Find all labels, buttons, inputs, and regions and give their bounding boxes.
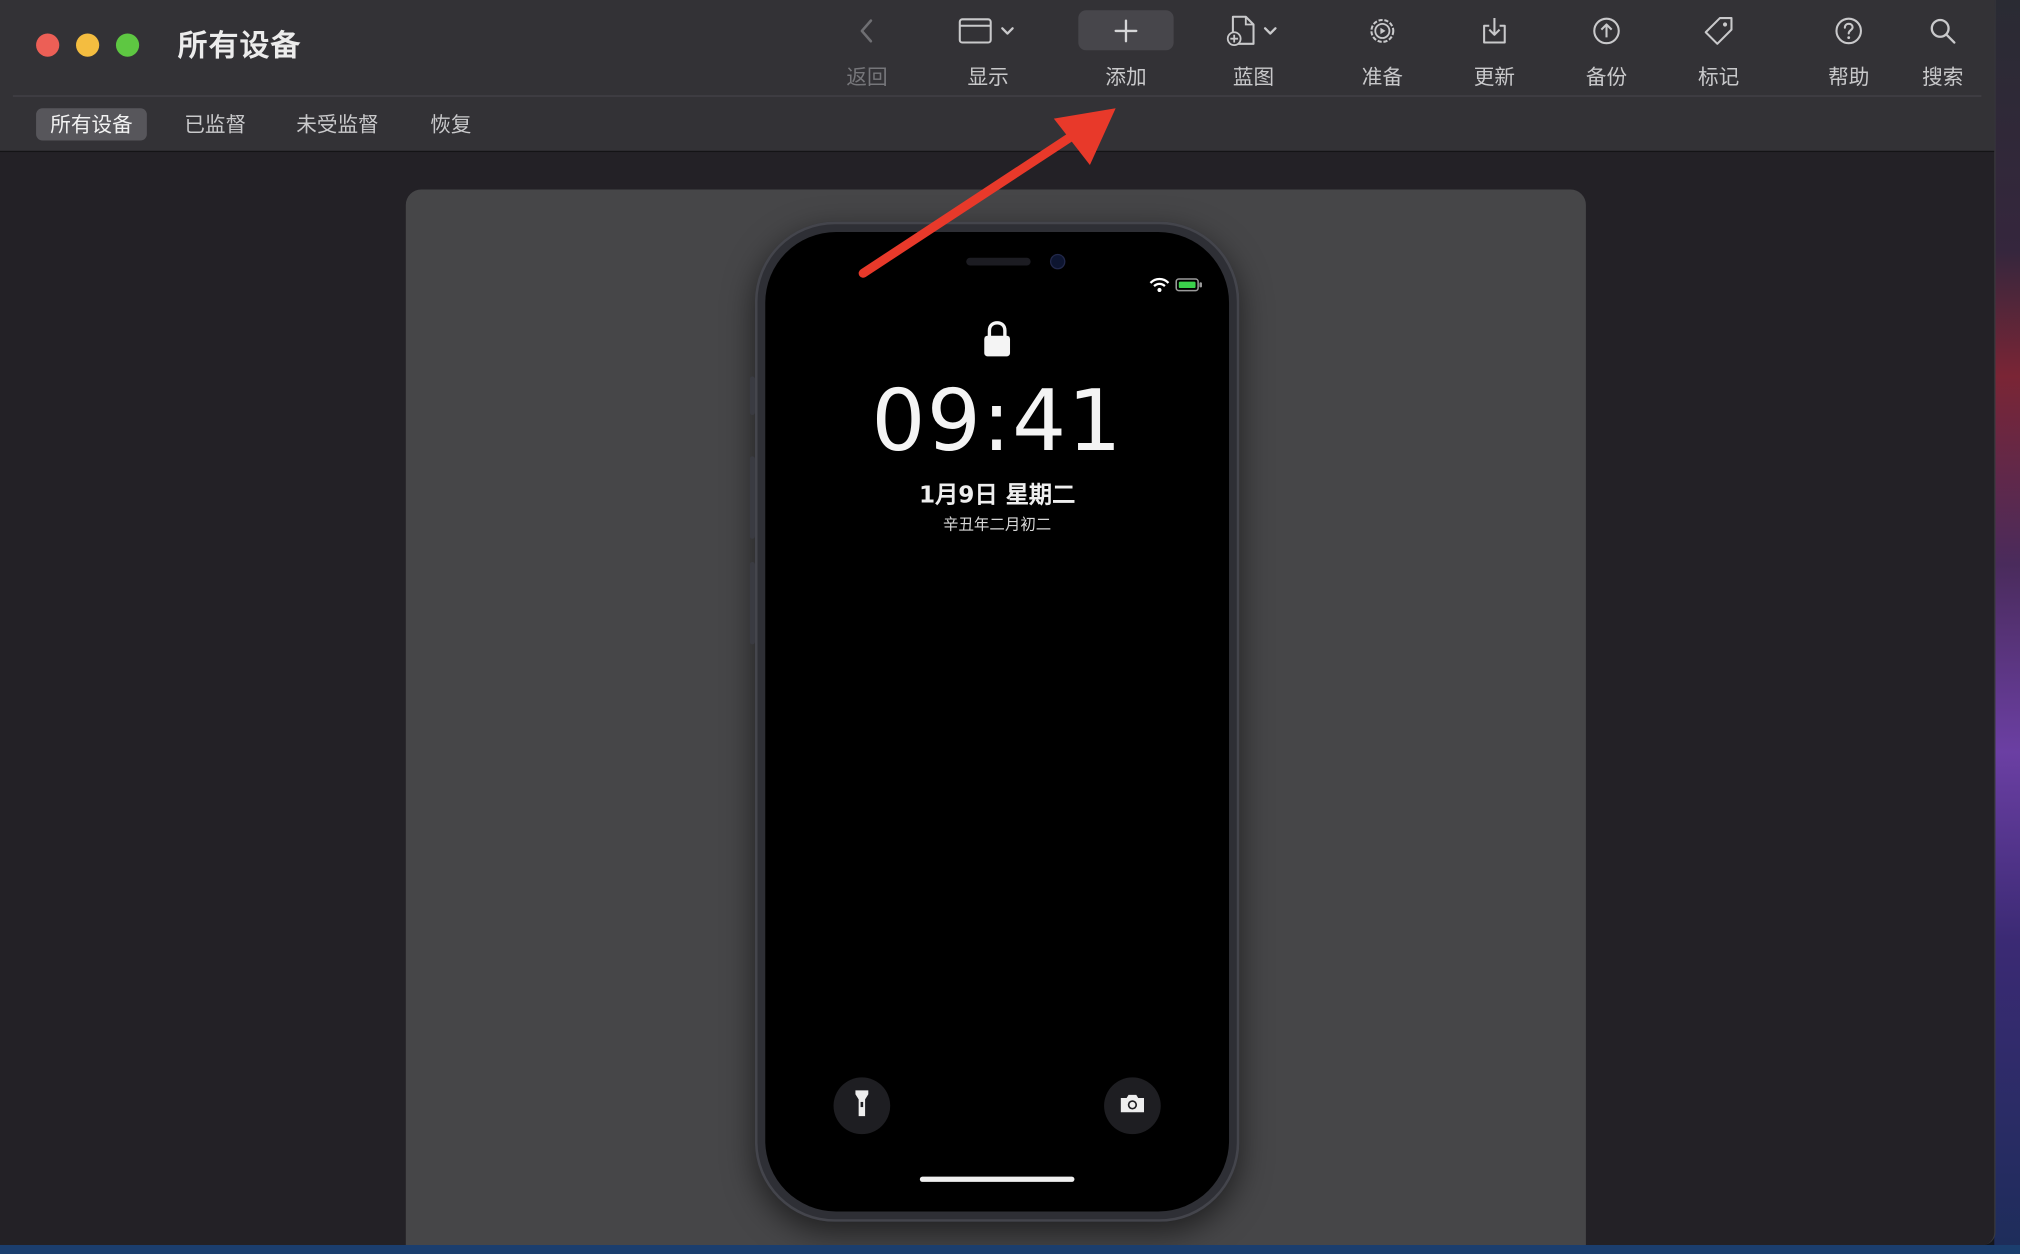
question-circle-icon: [1833, 10, 1864, 50]
apple-configurator-window: 所有设备 返回 显示 添加 蓝图 准备 更新 备份 标记 帮助 搜索 所有设备 …: [0, 0, 1996, 1245]
flashlight-icon: [854, 1089, 869, 1123]
blueprint-label: 蓝图: [1232, 64, 1275, 89]
search-button[interactable]: 搜索: [1916, 10, 1970, 90]
lock-screen-date: 1月9日 星期二: [918, 482, 1076, 510]
tab-recovery[interactable]: 恢复: [416, 108, 486, 140]
tab-all-devices[interactable]: 所有设备: [36, 108, 147, 141]
view-label: 显示: [967, 64, 1009, 89]
volume-down-button: [749, 561, 755, 645]
download-tray-icon: [1480, 10, 1508, 50]
tag-label: 标记: [1697, 64, 1740, 89]
back-button[interactable]: 返回: [840, 10, 894, 90]
wifi-icon: [1149, 273, 1170, 297]
minimize-button[interactable]: [76, 33, 100, 57]
blueprint-doc-icon: [1223, 10, 1285, 50]
tab-supervised[interactable]: 已监督: [170, 108, 260, 140]
help-label: 帮助: [1828, 64, 1870, 89]
lock-icon: [982, 320, 1013, 364]
view-menu-button[interactable]: 显示: [948, 10, 1028, 90]
device-iphone[interactable]: 09:41 1月9日 星期二 辛丑年二月初二: [749, 221, 1240, 1222]
update-label: 更新: [1473, 64, 1516, 89]
camera-icon: [1120, 1093, 1146, 1119]
window-icon: [956, 10, 1020, 50]
camera-button[interactable]: [1104, 1077, 1161, 1135]
gear-icon: [1367, 10, 1398, 50]
flashlight-button[interactable]: [833, 1077, 891, 1135]
plus-icon: [1078, 10, 1174, 51]
toolbar-divider: [12, 95, 1982, 97]
backup-button[interactable]: 备份: [1579, 10, 1633, 90]
add-button[interactable]: 添加: [1077, 10, 1175, 90]
front-camera: [1051, 255, 1065, 269]
search-label: 搜索: [1922, 64, 1964, 89]
add-label: 添加: [1105, 64, 1147, 89]
prepare-label: 准备: [1361, 64, 1403, 89]
tag-icon: [1702, 10, 1735, 50]
desktop-wallpaper: [1994, 0, 2020, 1254]
tag-button[interactable]: 标记: [1692, 10, 1746, 90]
lock-screen-lunar-date: 辛丑年二月初二: [943, 515, 1052, 534]
lock-screen-time: 09:41: [871, 371, 1123, 471]
backup-label: 备份: [1585, 64, 1628, 89]
tab-unsupervised[interactable]: 未受监督: [282, 108, 393, 140]
home-indicator: [919, 1176, 1075, 1182]
help-button[interactable]: 帮助: [1822, 10, 1876, 90]
chevron-left-icon: [858, 10, 876, 50]
zoom-button[interactable]: [115, 33, 140, 57]
upload-circle-icon: [1591, 10, 1622, 50]
prepare-button[interactable]: 准备: [1355, 10, 1409, 90]
screen: 所有设备 返回 显示 添加 蓝图 准备 更新 备份 标记 帮助 搜索 所有设备 …: [0, 0, 2020, 1254]
battery-icon: [1175, 273, 1203, 297]
lock-screen: 09:41 1月9日 星期二 辛丑年二月初二: [765, 231, 1230, 1212]
update-button[interactable]: 更新: [1467, 10, 1521, 90]
close-button[interactable]: [36, 33, 60, 57]
back-label: 返回: [846, 64, 888, 89]
mute-switch: [749, 376, 755, 415]
search-icon: [1929, 10, 1957, 50]
desktop-behind-window: [0, 1244, 2020, 1254]
blueprint-menu-button[interactable]: 蓝图: [1221, 10, 1285, 90]
window-toolbar: 所有设备 返回 显示 添加 蓝图 准备 更新 备份 标记 帮助 搜索 所有设备 …: [0, 0, 1995, 153]
window-title: 所有设备: [177, 29, 302, 64]
earpiece-speaker: [966, 257, 1031, 266]
volume-up-button: [749, 456, 755, 539]
